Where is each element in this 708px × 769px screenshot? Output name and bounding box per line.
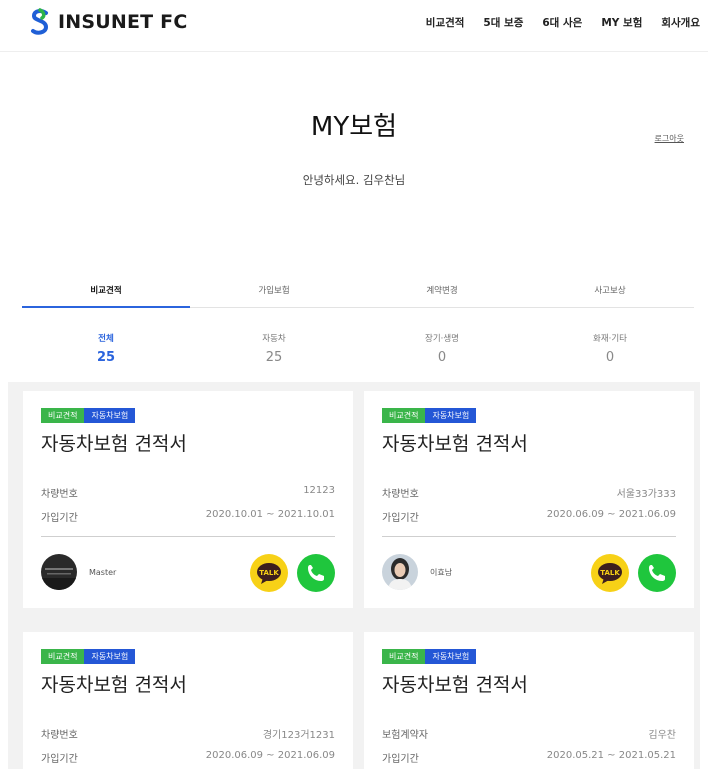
category-label: 화재·기타 [593, 334, 627, 344]
card-row: 차량번호 12123 [41, 485, 335, 500]
kakao-talk-icon: TALK [598, 563, 622, 584]
agent-info: Master [41, 554, 116, 590]
insunet-logo-icon [31, 8, 49, 35]
avatar [382, 554, 418, 590]
kakao-talk-button[interactable]: TALK [591, 554, 629, 592]
row-label: 가입기간 [382, 754, 419, 765]
row-value: 12123 [303, 485, 335, 496]
row-value: 2020.05.21 ~ 2021.05.21 [546, 750, 676, 761]
row-value: 2020.06.09 ~ 2021.06.09 [205, 750, 335, 761]
row-value: 경기123거1231 [262, 730, 335, 741]
badge-auto-insurance: 자동차보험 [84, 649, 136, 664]
page-title: MY보험 [310, 112, 398, 142]
logo-text: INSUNET FC [58, 11, 188, 33]
tab-compare-quote[interactable]: 비교견적 [22, 274, 190, 308]
contact-actions: TALK [241, 554, 335, 592]
category-auto[interactable]: 자동차 25 [190, 332, 358, 365]
category-label: 전체 [98, 334, 114, 344]
nav-my-insurance[interactable]: MY 보험 [601, 15, 642, 30]
card-title: 자동차보험 견적서 [41, 674, 187, 696]
badge-compare-quote: 비교견적 [41, 649, 85, 664]
nav-five-guarantees[interactable]: 5대 보증 [483, 15, 523, 30]
row-value: 2020.10.01 ~ 2021.10.01 [205, 509, 335, 520]
badge-compare-quote: 비교견적 [382, 649, 426, 664]
svg-text:TALK: TALK [259, 569, 279, 577]
phone-icon [308, 565, 324, 581]
category-count: 0 [437, 350, 447, 365]
badge-compare-quote: 비교견적 [41, 408, 85, 423]
svg-text:TALK: TALK [600, 569, 620, 577]
row-label: 차량번호 [382, 489, 419, 500]
card-row: 가입기간 2020.05.21 ~ 2021.05.21 [382, 750, 676, 765]
category-count: 25 [265, 350, 283, 365]
quote-card[interactable]: 비교견적 자동차보험 자동차보험 견적서 보험계약자 김우찬 가입기간 2020… [364, 632, 694, 769]
badge-group: 비교견적 자동차보험 [382, 408, 477, 423]
badge-auto-insurance: 자동차보험 [425, 649, 477, 664]
quote-card[interactable]: 비교견적 자동차보험 자동차보험 견적서 차량번호 경기123거1231 가입기… [23, 632, 353, 769]
row-label: 보험계약자 [382, 730, 428, 741]
card-row: 차량번호 서울33가333 [382, 485, 676, 500]
category-all[interactable]: 전체 25 [22, 332, 190, 365]
main-nav: 비교견적 5대 보증 6대 사은 MY 보험 회사개요 [407, 15, 700, 30]
tab-subscribed-insurance[interactable]: 가입보험 [190, 274, 358, 307]
phone-icon [649, 565, 665, 581]
category-fire-other[interactable]: 화재·기타 0 [526, 332, 694, 365]
agent-name: 이효남 [430, 567, 453, 577]
quote-card[interactable]: 비교견적 자동차보험 자동차보험 견적서 차량번호 서울33가333 가입기간 … [364, 391, 694, 608]
logo[interactable]: INSUNET FC [28, 8, 187, 36]
site-header: INSUNET FC 비교견적 5대 보증 6대 사은 MY 보험 회사개요 [0, 0, 708, 52]
tab-accident-compensation[interactable]: 사고보상 [526, 274, 694, 307]
agent-name: Master [89, 567, 117, 577]
badge-group: 비교견적 자동차보험 [41, 649, 136, 664]
badge-compare-quote: 비교견적 [382, 408, 426, 423]
contact-actions: TALK [582, 554, 676, 592]
badge-group: 비교견적 자동차보험 [41, 408, 136, 423]
card-title: 자동차보험 견적서 [382, 433, 528, 455]
card-row: 가입기간 2020.06.09 ~ 2021.06.09 [382, 509, 676, 524]
badge-auto-insurance: 자동차보험 [84, 408, 136, 423]
call-button[interactable] [297, 554, 335, 592]
row-value: 2020.06.09 ~ 2021.06.09 [546, 509, 676, 520]
quote-card[interactable]: 비교견적 자동차보험 자동차보험 견적서 차량번호 12123 가입기간 202… [23, 391, 353, 608]
nav-company[interactable]: 회사개요 [661, 15, 700, 30]
row-label: 차량번호 [41, 730, 78, 741]
greeting-text: 안녕하세요. 김우찬님 [302, 173, 406, 187]
row-label: 차량번호 [41, 489, 78, 500]
tab-contract-change[interactable]: 계약변경 [358, 274, 526, 307]
divider [382, 536, 676, 537]
category-count: 25 [96, 350, 116, 365]
category-filter: 전체 25 자동차 25 장기·생명 0 화재·기타 0 [22, 332, 694, 365]
row-label: 가입기간 [382, 513, 419, 524]
card-row: 보험계약자 김우찬 [382, 726, 676, 741]
kakao-talk-icon: TALK [257, 563, 281, 584]
kakao-talk-button[interactable]: TALK [250, 554, 288, 592]
card-row: 가입기간 2020.06.09 ~ 2021.06.09 [41, 750, 335, 765]
avatar [41, 554, 77, 590]
row-label: 가입기간 [41, 754, 78, 765]
category-label: 장기·생명 [425, 334, 459, 344]
agent-info: 이효남 [382, 554, 452, 590]
card-row: 차량번호 경기123거1231 [41, 726, 335, 741]
divider [41, 536, 335, 537]
badge-group: 비교견적 자동차보험 [382, 649, 477, 664]
row-value: 김우찬 [648, 730, 676, 741]
category-count: 0 [605, 350, 615, 365]
logout-link[interactable]: 로그아웃 [655, 133, 684, 144]
badge-auto-insurance: 자동차보험 [425, 408, 477, 423]
card-title: 자동차보험 견적서 [41, 433, 187, 455]
category-long-term-life[interactable]: 장기·생명 0 [358, 332, 526, 365]
card-row: 가입기간 2020.10.01 ~ 2021.10.01 [41, 509, 335, 524]
row-label: 가입기간 [41, 513, 78, 524]
main-tabs: 비교견적 가입보험 계약변경 사고보상 [22, 274, 694, 308]
nav-compare-quote[interactable]: 비교견적 [426, 15, 465, 30]
nav-six-gifts[interactable]: 6대 사은 [542, 15, 582, 30]
row-value: 서울33가333 [616, 489, 676, 500]
call-button[interactable] [638, 554, 676, 592]
category-label: 자동차 [262, 334, 286, 344]
card-title: 자동차보험 견적서 [382, 674, 528, 696]
